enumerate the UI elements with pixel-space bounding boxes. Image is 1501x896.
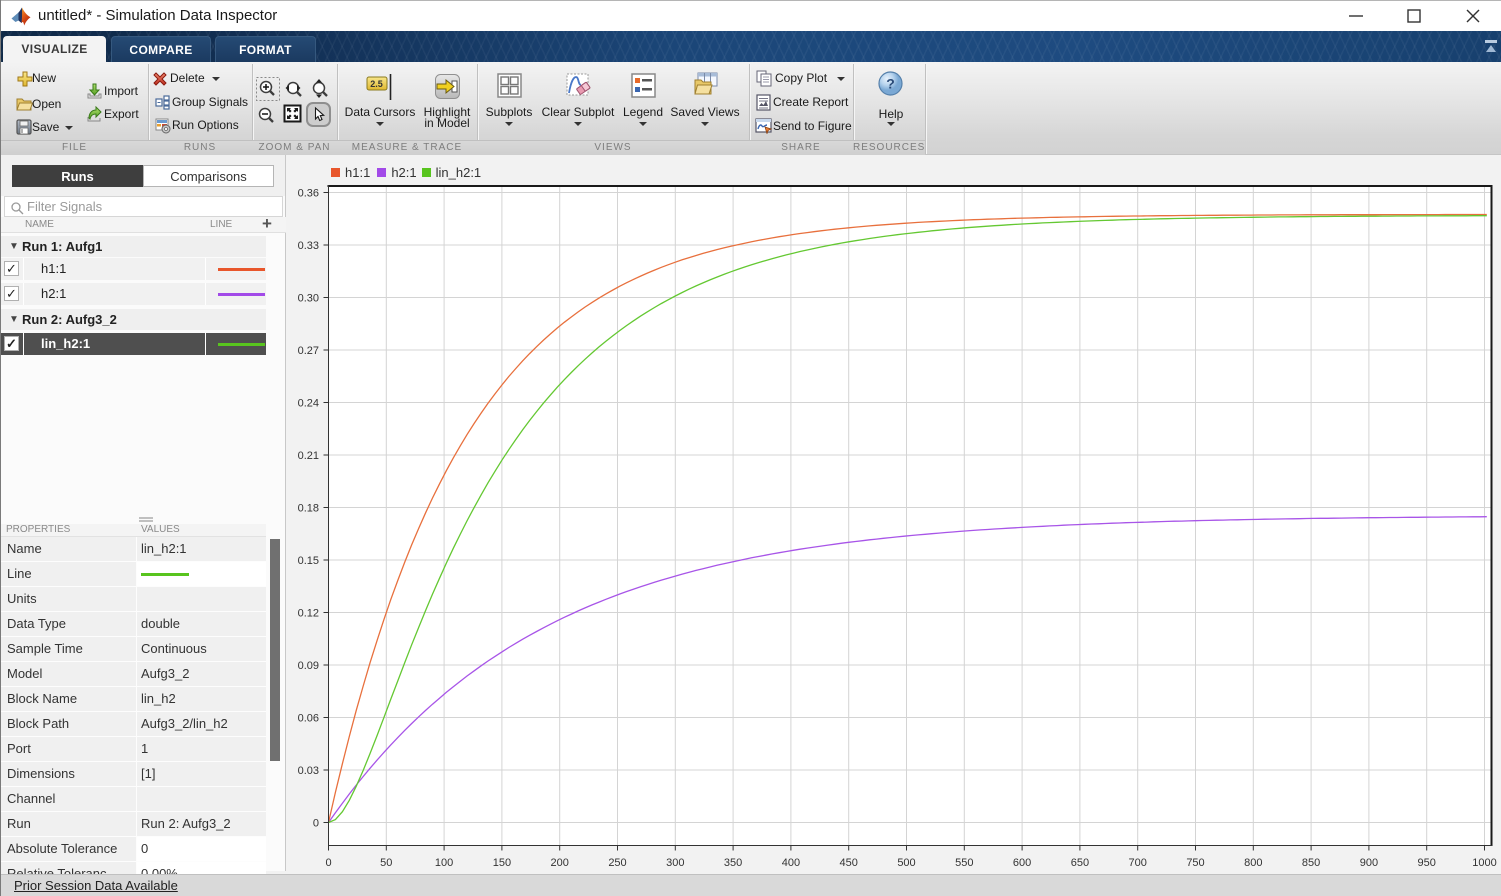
- svg-text:250: 250: [608, 857, 626, 869]
- svg-text:600: 600: [1013, 857, 1031, 869]
- svg-text:450: 450: [840, 857, 858, 869]
- svg-text:0.24: 0.24: [298, 398, 319, 410]
- svg-text:150: 150: [493, 857, 511, 869]
- svg-text:550: 550: [955, 857, 973, 869]
- svg-text:0.09: 0.09: [298, 660, 319, 672]
- svg-text:0.03: 0.03: [298, 765, 319, 777]
- svg-text:1000: 1000: [1472, 857, 1496, 869]
- svg-text:800: 800: [1244, 857, 1262, 869]
- svg-text:900: 900: [1360, 857, 1378, 869]
- svg-text:500: 500: [897, 857, 915, 869]
- svg-text:0.36: 0.36: [298, 188, 319, 200]
- svg-text:0.21: 0.21: [298, 450, 319, 462]
- svg-text:0: 0: [325, 857, 331, 869]
- svg-text:2.5: 2.5: [370, 79, 383, 89]
- svg-text:200: 200: [551, 857, 569, 869]
- svg-text:?: ?: [886, 76, 895, 92]
- svg-text:650: 650: [1071, 857, 1089, 869]
- svg-text:100: 100: [435, 857, 453, 869]
- svg-text:0.18: 0.18: [298, 503, 319, 515]
- svg-text:350: 350: [724, 857, 742, 869]
- svg-text:0.33: 0.33: [298, 240, 319, 252]
- svg-text:0.27: 0.27: [298, 345, 319, 357]
- svg-text:850: 850: [1302, 857, 1320, 869]
- svg-text:0: 0: [313, 818, 319, 830]
- svg-text:0.12: 0.12: [298, 608, 319, 620]
- svg-text:300: 300: [666, 857, 684, 869]
- svg-text:0.15: 0.15: [298, 555, 319, 567]
- svg-text:50: 50: [380, 857, 392, 869]
- svg-text:0.30: 0.30: [298, 293, 319, 305]
- svg-text:750: 750: [1186, 857, 1204, 869]
- svg-text:700: 700: [1129, 857, 1147, 869]
- svg-text:400: 400: [782, 857, 800, 869]
- svg-text:0.06: 0.06: [298, 713, 319, 725]
- svg-text:950: 950: [1418, 857, 1436, 869]
